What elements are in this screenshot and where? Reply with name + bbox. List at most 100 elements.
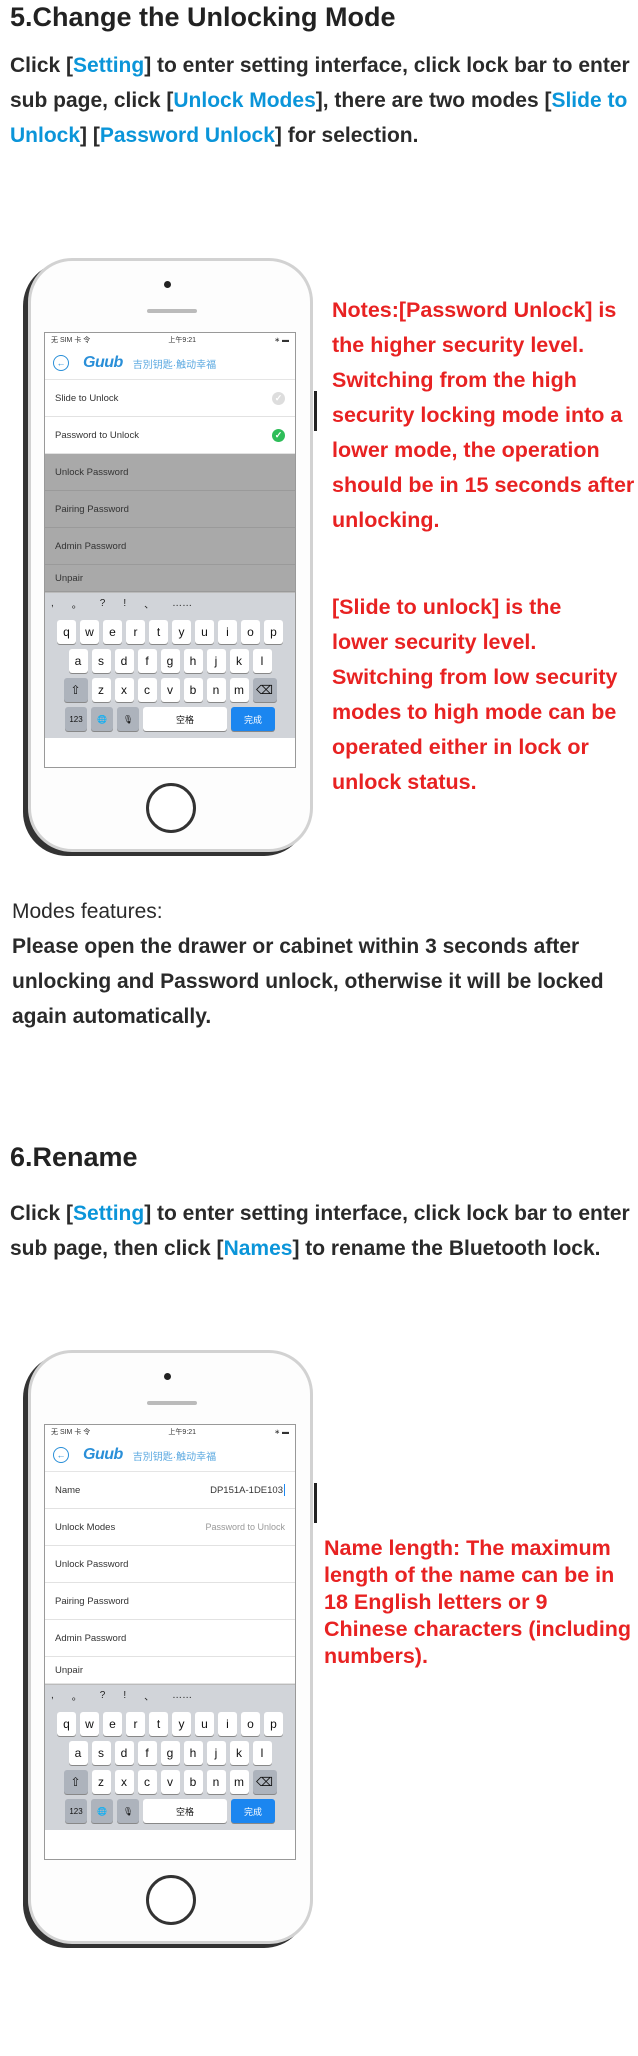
key-o[interactable]: o <box>241 620 260 644</box>
back-icon[interactable]: ← <box>53 355 69 371</box>
key-z[interactable]: z <box>91 678 111 702</box>
suggestion-key[interactable]: …… <box>172 598 192 609</box>
suggestion-key[interactable]: 、 <box>144 1688 154 1703</box>
key-b[interactable]: b <box>183 1770 203 1794</box>
key-k[interactable]: k <box>229 649 249 673</box>
suggestion-key[interactable]: , <box>51 598 54 609</box>
shift-icon[interactable]: ⇧ <box>63 1770 88 1794</box>
space-key[interactable]: 空格 <box>143 1799 227 1823</box>
key-a[interactable]: a <box>68 1741 88 1765</box>
key-x[interactable]: x <box>114 678 134 702</box>
menu-pairing-password[interactable]: Pairing Password <box>45 491 295 528</box>
delete-icon[interactable]: ⌫ <box>252 1770 277 1794</box>
suggestion-key[interactable]: ? <box>100 598 106 609</box>
key-s[interactable]: s <box>91 1741 111 1765</box>
key-w[interactable]: w <box>80 620 99 644</box>
key-k[interactable]: k <box>229 1741 249 1765</box>
key-n[interactable]: n <box>206 678 226 702</box>
key-c[interactable]: c <box>137 1770 157 1794</box>
suggestion-key[interactable]: 、 <box>144 596 154 611</box>
key-i[interactable]: i <box>218 620 237 644</box>
key-p[interactable]: p <box>264 620 283 644</box>
check-icon: ✓ <box>272 428 285 442</box>
mic-icon[interactable]: 🎙 <box>117 707 139 731</box>
key-f[interactable]: f <box>137 1741 157 1765</box>
done-key[interactable]: 完成 <box>231 1799 275 1823</box>
key-u[interactable]: u <box>195 1712 214 1736</box>
key-f[interactable]: f <box>137 649 157 673</box>
key-row: asdfghjkl <box>48 649 292 673</box>
numbers-key[interactable]: 123 <box>65 1799 87 1823</box>
suggestion-key[interactable]: 。 <box>72 1688 82 1703</box>
shift-icon[interactable]: ⇧ <box>63 678 88 702</box>
key-c[interactable]: c <box>137 678 157 702</box>
option-password-to-unlock[interactable]: Password to Unlock ✓ <box>45 417 295 454</box>
suggestion-key[interactable]: ! <box>123 1690 126 1701</box>
mic-icon[interactable]: 🎙 <box>117 1799 139 1823</box>
key-e[interactable]: e <box>103 620 122 644</box>
key-w[interactable]: w <box>80 1712 99 1736</box>
key-s[interactable]: s <box>91 649 111 673</box>
key-z[interactable]: z <box>91 1770 111 1794</box>
key-g[interactable]: g <box>160 1741 180 1765</box>
menu-unlock-password[interactable]: Unlock Password <box>45 454 295 491</box>
key-o[interactable]: o <box>241 1712 260 1736</box>
key-row: qwertyuiop <box>48 620 292 644</box>
key-m[interactable]: m <box>229 678 249 702</box>
menu-admin-password[interactable]: Admin Password <box>45 528 295 565</box>
key-d[interactable]: d <box>114 649 134 673</box>
key-y[interactable]: y <box>172 620 191 644</box>
menu-unpair[interactable]: Unpair <box>45 1657 295 1684</box>
suggestion-key[interactable]: 。 <box>72 596 82 611</box>
key-y[interactable]: y <box>172 1712 191 1736</box>
key-m[interactable]: m <box>229 1770 249 1794</box>
key-r[interactable]: r <box>126 620 145 644</box>
key-e[interactable]: e <box>103 1712 122 1736</box>
keyboard: , 。?! 、 …… q w e r t y u i o p a s d f g h j k l ⇧ z x c v b n m ⌫ 123 🌐 🎙… <box>45 1684 295 1830</box>
key-j[interactable]: j <box>206 1741 226 1765</box>
name-row[interactable]: Name DP151A-1DE103 <box>45 1472 295 1509</box>
key-t[interactable]: t <box>149 620 168 644</box>
suggestion-key[interactable]: , <box>51 1690 54 1701</box>
delete-icon[interactable]: ⌫ <box>252 678 277 702</box>
key-n[interactable]: n <box>206 1770 226 1794</box>
home-button[interactable] <box>146 783 196 833</box>
done-key[interactable]: 完成 <box>231 707 275 731</box>
menu-unlock-password[interactable]: Unlock Password <box>45 1546 295 1583</box>
key-row: 123 🌐 🎙 空格 完成 <box>48 707 292 731</box>
name-input[interactable]: DP151A-1DE103 <box>210 1485 283 1496</box>
option-slide-to-unlock[interactable]: Slide to Unlock ✓ <box>45 380 295 417</box>
key-q[interactable]: q <box>57 1712 76 1736</box>
suggestion-key[interactable]: ? <box>100 1690 106 1701</box>
key-g[interactable]: g <box>160 649 180 673</box>
globe-icon[interactable]: 🌐 <box>91 707 113 731</box>
home-button[interactable] <box>146 1875 196 1925</box>
key-i[interactable]: i <box>218 1712 237 1736</box>
space-key[interactable]: 空格 <box>143 707 227 731</box>
key-u[interactable]: u <box>195 620 214 644</box>
key-t[interactable]: t <box>149 1712 168 1736</box>
unlock-modes-row[interactable]: Unlock Modes Password to Unlock <box>45 1509 295 1546</box>
key-h[interactable]: h <box>183 649 203 673</box>
key-p[interactable]: p <box>264 1712 283 1736</box>
key-v[interactable]: v <box>160 1770 180 1794</box>
suggestion-key[interactable]: …… <box>172 1690 192 1701</box>
globe-icon[interactable]: 🌐 <box>91 1799 113 1823</box>
key-l[interactable]: l <box>252 1741 272 1765</box>
key-d[interactable]: d <box>114 1741 134 1765</box>
key-x[interactable]: x <box>114 1770 134 1794</box>
menu-pairing-password[interactable]: Pairing Password <box>45 1583 295 1620</box>
key-b[interactable]: b <box>183 678 203 702</box>
key-q[interactable]: q <box>57 620 76 644</box>
numbers-key[interactable]: 123 <box>65 707 87 731</box>
key-v[interactable]: v <box>160 678 180 702</box>
key-h[interactable]: h <box>183 1741 203 1765</box>
suggestion-key[interactable]: ! <box>123 598 126 609</box>
key-r[interactable]: r <box>126 1712 145 1736</box>
back-icon[interactable]: ← <box>53 1447 69 1463</box>
menu-admin-password[interactable]: Admin Password <box>45 1620 295 1657</box>
key-l[interactable]: l <box>252 649 272 673</box>
key-a[interactable]: a <box>68 649 88 673</box>
menu-unpair[interactable]: Unpair <box>45 565 295 592</box>
key-j[interactable]: j <box>206 649 226 673</box>
